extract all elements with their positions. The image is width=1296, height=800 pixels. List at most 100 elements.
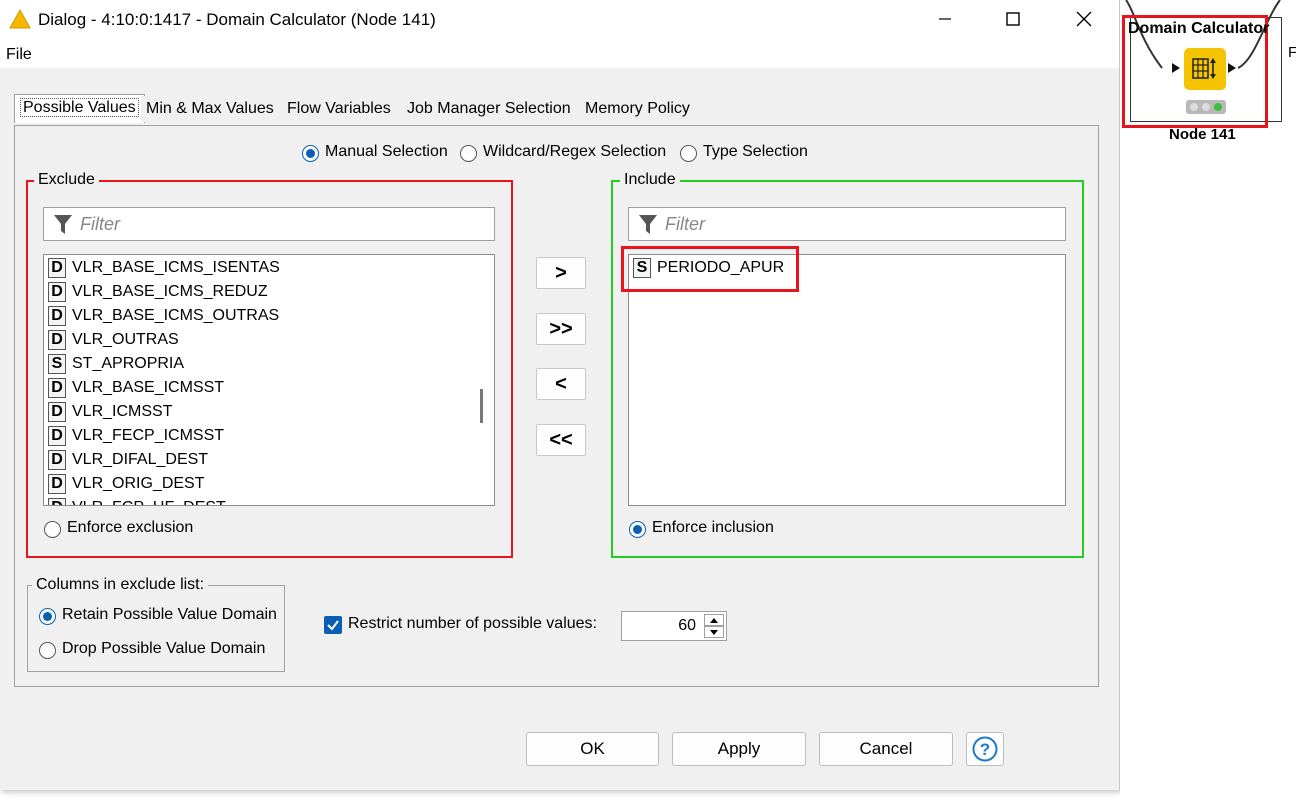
drop-domain-label: Drop Possible Value Domain [62,640,266,657]
knime-warning-icon [9,9,31,29]
restrict-value: 60 [678,617,696,634]
enforce-inclusion-radio[interactable] [629,521,646,538]
status-light-green [1214,103,1222,111]
help-button[interactable]: ? [966,732,1004,766]
exclude-columns-legend: Columns in exclude list: [32,576,209,594]
column-name: VLR_OUTRAS [72,331,179,348]
window-title: Dialog - 4:10:0:1417 - Domain Calculator… [38,10,436,29]
add-button[interactable]: > [536,257,586,289]
filter-icon [54,215,72,234]
node-label: Node 141 [1169,126,1236,143]
tab-possible-values[interactable]: Possible Values [14,94,145,123]
exclude-legend: Exclude [34,171,99,189]
add-all-button[interactable]: >> [536,313,586,345]
column-type-icon: D [48,426,66,446]
exclude-list-scrollbar[interactable] [480,389,483,423]
exclude-list[interactable]: D VLR_BASE_ICMS_ISENTAS D VLR_BASE_ICMS_RED… [43,254,495,506]
help-icon: ? [972,736,998,762]
minimize-button[interactable] [910,0,980,38]
exclude-list-item[interactable]: D VLR_BASE_ICMS_OUTRAS [48,305,279,327]
column-type-icon: D [48,306,66,326]
column-name: VLR_FCP_UF_DEST [72,499,226,505]
restrict-spinner[interactable]: 60 [621,611,727,641]
minimize-icon [939,18,951,20]
column-name: VLR_FECP_ICMSST [72,427,225,444]
retain-domain-radio[interactable] [39,608,56,625]
restrict-label: Restrict number of possible values: [348,615,597,632]
column-name: VLR_BASE_ICMSST [72,379,225,396]
apply-button[interactable]: Apply [672,732,806,766]
wildcard-selection-radio[interactable] [460,145,477,162]
exclude-list-item[interactable]: D VLR_FCP_UF_DEST [48,497,226,505]
maximize-icon [1006,12,1020,26]
node-side-text: F [1288,44,1296,61]
filter-icon [639,215,657,234]
column-type-icon: D [48,258,66,278]
checkmark-icon [327,620,339,631]
column-name: VLR_ICMSST [72,403,173,420]
wildcard-selection-label: Wildcard/Regex Selection [483,143,667,160]
exclude-list-item[interactable]: D VLR_BASE_ICMSST [48,377,224,399]
exclude-list-item[interactable]: D VLR_DIFAL_DEST [48,449,208,471]
exclude-filter-input[interactable]: Filter [43,207,495,241]
enforce-inclusion-label: Enforce inclusion [652,519,774,536]
domain-calculator-icon [1192,58,1216,79]
enforce-exclusion-radio[interactable] [44,521,61,538]
include-item-highlight [621,246,799,292]
remove-button[interactable]: < [536,368,586,400]
exclude-filter-placeholder: Filter [80,214,120,234]
restrict-checkbox[interactable] [324,616,342,634]
node-icon[interactable] [1184,48,1226,90]
maximize-button[interactable] [978,0,1048,38]
menu-file[interactable]: File [6,46,32,64]
include-filter-placeholder: Filter [665,214,705,234]
exclude-list-item[interactable]: D VLR_ORIG_DEST [48,473,204,495]
exclude-list-item[interactable]: D VLR_BASE_ICMS_REDUZ [48,281,268,303]
column-name: VLR_BASE_ICMS_OUTRAS [72,307,280,324]
close-button[interactable] [1049,0,1119,38]
column-type-icon: D [48,330,66,350]
type-selection-radio[interactable] [680,145,697,162]
spinner-up[interactable] [704,614,724,626]
spinner-down[interactable] [704,626,724,638]
node-title: Domain Calculator [1128,20,1270,37]
menu-bar: File [0,40,1119,68]
tab-job-manager-selection[interactable]: Job Manager Selection [402,96,576,122]
ok-button[interactable]: OK [526,732,659,766]
column-type-icon: D [48,282,66,302]
exclude-list-item[interactable]: S ST_APROPRIA [48,353,184,375]
column-type-icon: D [48,474,66,494]
title-bar[interactable]: Dialog - 4:10:0:1417 - Domain Calculator… [0,0,1119,40]
column-type-icon: D [48,378,66,398]
enforce-exclusion-label: Enforce exclusion [67,519,194,536]
tab-min-max-values[interactable]: Min & Max Values [141,96,279,122]
arrow-down-icon [710,629,718,635]
include-filter-input[interactable]: Filter [628,207,1066,241]
exclude-list-item[interactable]: D VLR_BASE_ICMS_ISENTAS [48,257,280,279]
column-name: VLR_BASE_ICMS_REDUZ [72,283,268,300]
exclude-list-item[interactable]: D VLR_FECP_ICMSST [48,425,224,447]
tab-flow-variables[interactable]: Flow Variables [282,96,396,122]
column-name: VLR_BASE_ICMS_ISENTAS [72,259,280,276]
cancel-button[interactable]: Cancel [819,732,953,766]
exclude-columns-group [27,585,285,672]
column-name: VLR_ORIG_DEST [72,475,205,492]
column-type-icon: D [48,450,66,470]
exclude-list-item[interactable]: D VLR_ICMSST [48,401,172,423]
drop-domain-radio[interactable] [39,642,56,659]
column-name: VLR_DIFAL_DEST [72,451,209,468]
column-name: ST_APROPRIA [72,355,185,372]
tab-memory-policy[interactable]: Memory Policy [580,96,695,122]
type-selection-label: Type Selection [703,143,808,160]
exclude-list-item[interactable]: D VLR_OUTRAS [48,329,179,351]
arrow-up-icon [710,617,718,623]
workflow-canvas: Domain Calculator Node 141 F [1120,0,1296,800]
retain-domain-label: Retain Possible Value Domain [62,606,277,623]
status-light-yellow [1202,103,1210,111]
manual-selection-radio[interactable] [302,145,319,162]
remove-all-button[interactable]: << [536,424,586,456]
column-type-icon: D [48,402,66,422]
svg-text:?: ? [980,740,990,759]
column-type-icon: S [48,354,66,374]
status-light-red [1190,103,1198,111]
